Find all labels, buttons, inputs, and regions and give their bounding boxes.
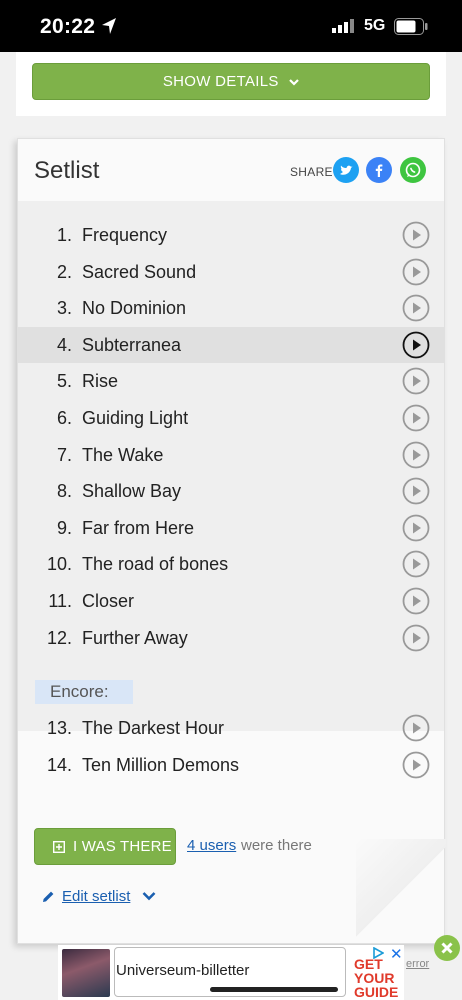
song-number: 5. bbox=[56, 371, 72, 392]
page-curl-decoration bbox=[356, 839, 446, 945]
whatsapp-share-button[interactable] bbox=[400, 157, 426, 183]
chevron-down-icon bbox=[289, 79, 299, 86]
setlist-card: Setlist SHARE 1. Frequency 2. Sacred Sou… bbox=[17, 138, 446, 945]
song-row[interactable]: 8. Shallow Bay bbox=[18, 473, 444, 509]
network-type: 5G bbox=[364, 17, 386, 34]
attendees-link[interactable]: 4 users bbox=[187, 837, 236, 854]
show-details-label: SHOW DETAILS bbox=[162, 73, 279, 90]
ad-logo-line: YOUR bbox=[354, 970, 395, 986]
song-number: 10. bbox=[46, 554, 72, 575]
song-row[interactable]: 13. The Darkest Hour bbox=[18, 710, 444, 746]
song-row[interactable]: 2. Sacred Sound bbox=[18, 254, 444, 290]
status-bar: 20:22 5G bbox=[0, 0, 462, 52]
play-icon[interactable] bbox=[402, 751, 430, 779]
song-title[interactable]: The Darkest Hour bbox=[82, 710, 224, 746]
song-title[interactable]: Ten Million Demons bbox=[82, 747, 239, 783]
song-title[interactable]: The road of bones bbox=[82, 546, 228, 582]
song-row[interactable]: 9. Far from Here bbox=[18, 510, 444, 546]
ad-choices-icon[interactable] bbox=[372, 947, 384, 959]
ad-banner[interactable]: Universeum-billetter GET YOUR GUIDE ✕ bbox=[58, 945, 404, 1000]
song-number: 11. bbox=[48, 591, 72, 611]
setlist-title: Setlist bbox=[34, 157, 100, 184]
song-number: 7. bbox=[56, 444, 72, 465]
home-indicator bbox=[210, 987, 338, 992]
signal-bars-icon bbox=[332, 19, 354, 33]
song-number: 1. bbox=[56, 225, 72, 245]
song-list: 1. Frequency 2. Sacred Sound 3. No Domin… bbox=[18, 201, 444, 731]
song-title[interactable]: Far from Here bbox=[82, 510, 194, 546]
song-title[interactable]: Closer bbox=[82, 583, 134, 619]
error-report-link[interactable]: error bbox=[406, 958, 429, 970]
song-number: 4. bbox=[56, 334, 72, 355]
close-ad-button[interactable] bbox=[434, 935, 460, 961]
song-number: 6. bbox=[56, 408, 72, 428]
whatsapp-icon bbox=[405, 162, 421, 178]
song-row[interactable]: 7. The Wake bbox=[18, 437, 444, 473]
song-row[interactable]: 10. The road of bones bbox=[18, 546, 444, 582]
play-icon[interactable] bbox=[402, 714, 430, 742]
i-was-there-label: I WAS THERE bbox=[73, 838, 172, 855]
ad-close-icon[interactable]: ✕ bbox=[390, 945, 403, 963]
song-title[interactable]: No Dominion bbox=[82, 290, 186, 326]
ad-logo: GET YOUR GUIDE bbox=[354, 957, 398, 999]
song-row[interactable]: 12. Further Away bbox=[18, 620, 444, 656]
edit-setlist-link[interactable]: Edit setlist bbox=[62, 888, 130, 905]
chevron-down-icon[interactable] bbox=[142, 891, 156, 901]
ad-image bbox=[62, 949, 110, 997]
play-icon[interactable] bbox=[402, 404, 430, 432]
twitter-share-button[interactable] bbox=[333, 157, 359, 183]
song-title[interactable]: Rise bbox=[82, 363, 118, 399]
facebook-share-button[interactable] bbox=[366, 157, 392, 183]
share-label: SHARE bbox=[290, 165, 333, 179]
song-row[interactable]: 5. Rise bbox=[18, 363, 444, 399]
song-number: 3. bbox=[56, 298, 72, 319]
song-row[interactable]: 3. No Dominion bbox=[18, 290, 444, 326]
play-icon[interactable] bbox=[402, 258, 430, 286]
play-icon[interactable] bbox=[402, 477, 430, 505]
play-icon[interactable] bbox=[402, 331, 430, 359]
song-row[interactable]: 11. Closer bbox=[18, 583, 444, 619]
play-icon[interactable] bbox=[402, 514, 430, 542]
close-icon bbox=[441, 942, 453, 954]
plus-box-icon bbox=[53, 841, 65, 853]
i-was-there-button[interactable]: I WAS THERE bbox=[34, 828, 176, 865]
song-number: 8. bbox=[56, 481, 72, 502]
song-row-active[interactable]: 4. Subterranea bbox=[18, 326, 444, 363]
play-icon[interactable] bbox=[402, 367, 430, 395]
play-icon[interactable] bbox=[402, 294, 430, 322]
show-details-button[interactable]: SHOW DETAILS bbox=[32, 63, 430, 100]
facebook-icon bbox=[375, 164, 383, 177]
song-title[interactable]: Subterranea bbox=[82, 327, 181, 363]
battery-icon bbox=[394, 18, 428, 35]
song-number: 2. bbox=[56, 261, 72, 282]
play-icon[interactable] bbox=[402, 624, 430, 652]
ad-text: Universeum-billetter bbox=[116, 962, 250, 979]
song-row[interactable]: 14. Ten Million Demons bbox=[18, 747, 444, 783]
play-icon[interactable] bbox=[402, 441, 430, 469]
location-arrow-icon bbox=[102, 18, 116, 34]
song-row[interactable]: 6. Guiding Light bbox=[18, 400, 444, 436]
play-icon[interactable] bbox=[402, 587, 430, 615]
song-number: 9. bbox=[56, 517, 72, 538]
song-number: 14. bbox=[46, 755, 72, 775]
pencil-icon bbox=[43, 891, 54, 902]
twitter-icon bbox=[340, 165, 353, 175]
attendees-suffix: were there bbox=[241, 837, 312, 854]
song-title[interactable]: Shallow Bay bbox=[82, 473, 181, 509]
song-title[interactable]: The Wake bbox=[82, 437, 163, 473]
song-title[interactable]: Further Away bbox=[82, 620, 188, 656]
song-number: 13. bbox=[46, 718, 72, 738]
song-row[interactable]: 1. Frequency bbox=[18, 217, 444, 253]
song-number: 12. bbox=[46, 627, 72, 648]
play-icon[interactable] bbox=[402, 221, 430, 249]
song-title[interactable]: Frequency bbox=[82, 217, 167, 253]
status-time: 20:22 bbox=[40, 15, 96, 38]
song-title[interactable]: Sacred Sound bbox=[82, 254, 196, 290]
play-icon[interactable] bbox=[402, 550, 430, 578]
encore-label: Encore: bbox=[35, 680, 133, 704]
ad-logo-line: GUIDE bbox=[354, 984, 399, 1000]
song-title[interactable]: Guiding Light bbox=[82, 400, 188, 436]
